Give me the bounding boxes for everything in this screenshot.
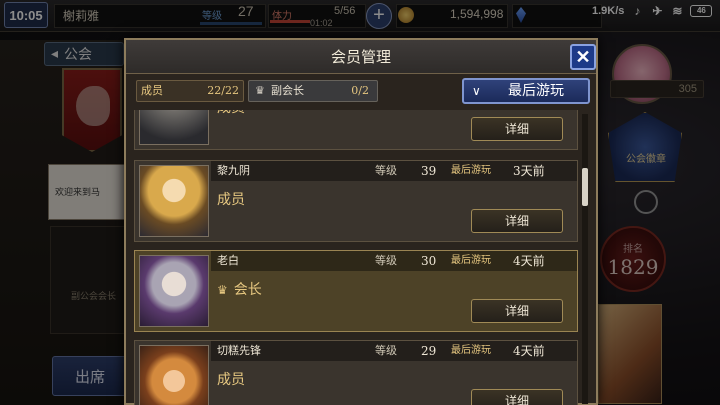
last-played-value: 4天前 [513,254,545,268]
member-role: ♛ 会长 [217,279,262,299]
member-info-bar: 黎九阴 等级 39 最后游玩 3天前 [211,161,577,181]
members-label: 成员 [141,84,163,97]
sort-dropdown[interactable]: ∨ 最后游玩 [462,78,590,104]
member-level-label: 等级 [375,164,397,177]
member-level: 29 [421,344,437,358]
crown-icon: ♛ [217,283,228,297]
last-played-value: 3天前 [513,164,545,178]
member-row: 成员 详细 [134,110,578,150]
members-count: 22/22 [207,84,239,97]
member-role: 成员 [217,372,245,388]
member-name: 老白 [217,254,239,267]
last-played-value: 4天前 [513,344,545,358]
dialog-title: 会员管理 [126,40,596,74]
member-level: 39 [421,164,437,178]
member-level: 30 [421,254,437,268]
member-row-leader: 老白 等级 30 最后游玩 4天前 ♛ 会长 详细 [134,250,578,332]
last-played-label: 最后游玩 [451,165,491,176]
detail-button[interactable]: 详细 [471,389,563,405]
detail-button[interactable]: 详细 [471,209,563,233]
close-icon[interactable]: ✕ [570,44,596,70]
member-info-bar: 老白 等级 30 最后游玩 4天前 [211,251,577,271]
member-row: 切糕先锋 等级 29 最后游玩 4天前 成员 详细 [134,340,578,405]
vice-leader-stat: ♛ 副会长 0/2 [248,80,378,102]
last-played-label: 最后游玩 [451,345,491,356]
chevron-down-icon: ∨ [472,84,481,98]
vice-leader-label: 副会长 [271,84,304,97]
member-name: 黎九阴 [217,164,250,177]
member-portrait[interactable] [139,110,209,145]
member-name: 切糕先锋 [217,344,261,357]
sort-label: 最后游玩 [508,83,564,99]
member-portrait[interactable] [139,165,209,237]
member-role: 成员 [217,192,245,208]
crown-icon: ♛ [255,84,265,97]
member-level-label: 等级 [375,344,397,357]
member-portrait[interactable] [139,255,209,327]
members-stat: 成员 22/22 [136,80,244,102]
member-management-dialog: 会员管理 ✕ 成员 22/22 ♛ 副会长 0/2 ∨ 最后游玩 成员 详细 黎… [124,38,598,405]
member-level-label: 等级 [375,254,397,267]
member-role-label: 会长 [233,282,262,298]
last-played-label: 最后游玩 [451,255,491,266]
vice-leader-count: 0/2 [351,84,369,97]
member-row: 黎九阴 等级 39 最后游玩 3天前 成员 详细 [134,160,578,242]
member-portrait[interactable] [139,345,209,405]
member-list[interactable]: 成员 详细 黎九阴 等级 39 最后游玩 3天前 成员 详细 老白 等级 30 … [134,110,584,405]
member-role: 成员 [217,110,245,117]
member-info-bar: 切糕先锋 等级 29 最后游玩 4天前 [211,341,577,361]
detail-button[interactable]: 详细 [471,117,563,141]
list-scrollbar-thumb[interactable] [582,168,588,206]
list-scrollbar-track[interactable] [582,114,588,404]
detail-button[interactable]: 详细 [471,299,563,323]
